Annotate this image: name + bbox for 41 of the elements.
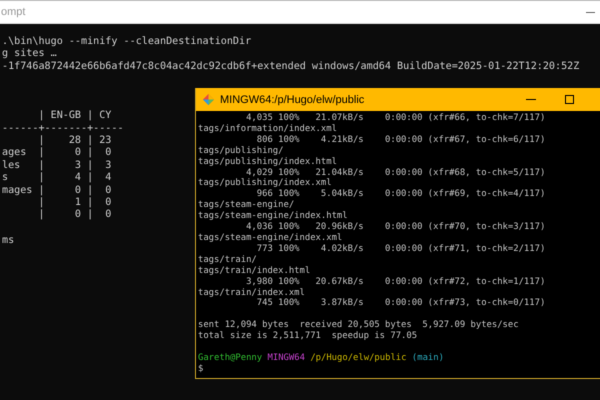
prompt-text: (main) [412,352,444,364]
terminal-line: sent 12,094 bytes received 20,505 bytes 5,927.09 bytes/sec [198,320,519,331]
terminal-line: 745 100% 3.87kB/s 0:00:00 (xfr#73, to-chk=0/117) [256,298,546,310]
terminal-line: tags/publishing/index.html [198,156,337,168]
console-line: ms [2,234,14,248]
terminal-line: total size is 2,511,771 speedup is 77.05 [198,331,418,342]
terminal-line: tags/information/index.xml [198,124,337,135]
terminal-line: tags/steam-engine/index.xml [198,232,342,244]
console-line: | 0 | 0 [37,209,112,222]
terminal-line: $ [198,364,204,375]
console-line: .\bin\hugo --minify --cleanDestinationDir [2,36,252,48]
console-line: ages | 0 | 0 [2,147,112,160]
terminal-line: 4,035 100% 21.07kB/s 0:00:00 (xfr#66, to-chk=7/117) [245,113,546,124]
console-line: les | 3 | 3 [2,160,112,172]
console-line: s | 4 | 4 [2,172,112,185]
console-line: mages | 0 | 0 [2,184,112,197]
prompt-text: /p/Hugo/elw/public [310,352,406,364]
diamond-icon [202,93,215,106]
console-line: ------+-------+----- [2,122,124,135]
terminal-line: tags/steam-engine/index.html [198,211,348,222]
terminal-line: 966 100% 5.04kB/s 0:00:00 (xfr#69, to-chk=4/117) [256,189,546,200]
console-line: | 28 | 23 [37,135,112,147]
terminal-line: tags/publishing/ [198,146,284,157]
console-line: g sites … [2,48,57,61]
terminal-line: tags/train/ [198,254,257,266]
terminal-line: 4,029 100% 21.04kB/s 0:00:00 (xfr#68, to-chk=5/117) [245,168,546,178]
prompt-text: Gareth@Penny [198,352,262,364]
window-title: ompt [0,6,26,18]
console-line: | EN-GB | CY [37,110,112,123]
terminal-line: 3,980 100% 20.67kB/s 0:00:00 (xfr#72, to-chk=1/117) [245,276,546,288]
window-title: MINGW64:/p/Hugo/elw/public [220,94,366,106]
terminal-line: 806 100% 4.21kB/s 0:00:00 (xfr#67, to-chk=6/117) [256,134,546,146]
terminal-line: tags/publishing/index.xml [198,178,332,189]
terminal-line: 4,036 100% 20.96kB/s 0:00:00 (xfr#70, to-chk=3/117) [245,222,546,233]
console-line: | 1 | 0 [37,197,112,209]
terminal-line: tags/train/index.html [198,266,310,277]
prompt-text: MINGW64 [268,352,305,364]
terminal-line: tags/steam-engine/ [198,200,294,211]
terminal-line: tags/train/index.xml [198,288,305,298]
console-line: -1f746a872442e66b6afd47c8c04ac42dc92cdb6f+extended windows/amd64 BuildDate=2025-01-22T12:20:52Z [2,60,580,74]
terminal-line: 773 100% 4.02kB/s 0:00:00 (xfr#71, to-chk=2/117) [256,244,546,255]
